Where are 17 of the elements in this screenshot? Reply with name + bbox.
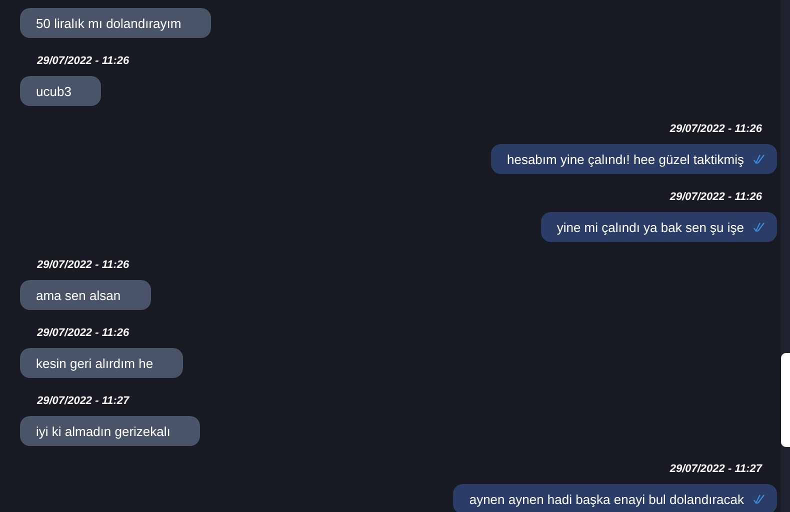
message-timestamp: 29/07/2022 - 11:26: [668, 190, 763, 204]
message-text: 50 liralık mı dolandırayım: [36, 16, 182, 30]
message-text: iyi ki almadın gerizekalı: [36, 424, 170, 438]
message-text: hesabım yine çalındı! hee güzel taktikmiş: [506, 152, 744, 166]
message-timestamp: 29/07/2022 - 11:27: [36, 394, 130, 408]
scrollbar-track[interactable]: [781, 0, 790, 512]
message-text: kesin geri alırdım he: [36, 356, 154, 370]
message-text: ama sen alsan: [36, 288, 121, 302]
message-timestamp: 29/07/2022 - 11:26: [36, 326, 130, 340]
message-timestamp: 29/07/2022 - 11:27: [668, 462, 764, 476]
message-timestamp: 29/07/2022 - 11:26: [36, 54, 130, 68]
message-text: ucub3: [36, 84, 72, 98]
message-timestamp: 29/07/2022 - 11:26: [668, 122, 763, 136]
message-timestamp: 29/07/2022 - 11:26: [36, 258, 130, 272]
scrollbar-thumb[interactable]: [781, 353, 790, 447]
message-text: yine mi çalındı ya bak sen şu işe: [556, 220, 744, 234]
message-text: aynen aynen hadi başka enayi bul dolandıracak: [469, 492, 744, 506]
